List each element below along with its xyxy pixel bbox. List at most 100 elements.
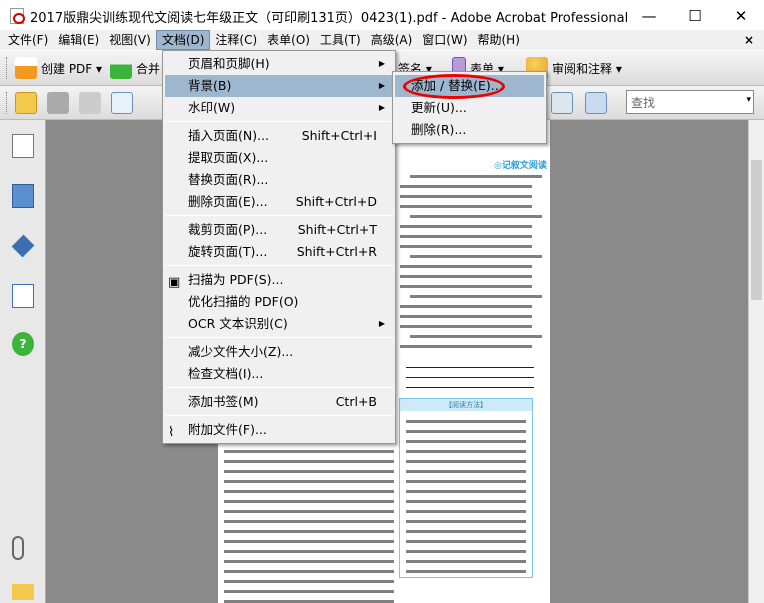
menu-item-insert-pages[interactable]: 插入页面(N)... Shift+Ctrl+I xyxy=(165,125,393,147)
menu-item-label: 扫描为 PDF(S)... xyxy=(188,272,284,287)
box-title: 【阅读方法】 xyxy=(400,399,532,411)
submenu-arrow-icon: ▶ xyxy=(378,103,385,112)
menu-separator xyxy=(165,387,393,388)
menu-help[interactable]: 帮助(H) xyxy=(473,30,525,50)
menu-item-label: 裁剪页面(P)... xyxy=(188,222,268,237)
menu-item-shortcut: Shift+Ctrl+T xyxy=(297,222,377,237)
text-line xyxy=(224,480,394,483)
vertical-scrollbar[interactable] xyxy=(748,120,764,603)
toolbar-grip[interactable] xyxy=(6,57,9,79)
text-line xyxy=(400,345,532,348)
comments-icon[interactable] xyxy=(12,584,34,600)
menu-item-remove-background[interactable]: 删除(R)... xyxy=(395,119,544,141)
fit-page-icon[interactable] xyxy=(585,91,607,114)
email-icon[interactable] xyxy=(111,91,133,114)
document-menu: 页眉和页脚(H) ▶ 背景(B) ▶ 水印(W) ▶ 插入页面(N)... Shift+Ctr… xyxy=(162,50,396,444)
close-button[interactable]: ✕ xyxy=(718,0,764,32)
maximize-button[interactable]: ☐ xyxy=(672,0,718,32)
menu-separator xyxy=(165,215,393,216)
menu-advanced[interactable]: 高级(A) xyxy=(366,30,418,50)
menu-separator xyxy=(165,337,393,338)
menu-window[interactable]: 窗口(W) xyxy=(417,30,472,50)
submenu-arrow-icon: ▶ xyxy=(378,81,385,90)
answer-line xyxy=(406,377,534,378)
text-line xyxy=(400,205,532,208)
text-line xyxy=(400,325,532,328)
menu-view[interactable]: 视图(V) xyxy=(104,30,156,50)
paperclip-icon: ⌇ xyxy=(168,425,175,440)
menu-item-background[interactable]: 背景(B) ▶ xyxy=(165,75,393,97)
menu-item-reduce-file-size[interactable]: 减少文件大小(Z)... xyxy=(165,341,393,363)
menu-item-label: 插入页面(N)... xyxy=(188,128,270,143)
search-input[interactable]: 查找 ▾ xyxy=(626,90,754,114)
menu-item-optimize-scanned-pdf[interactable]: 优化扫描的 PDF(O) xyxy=(165,291,393,313)
minimize-button[interactable]: — xyxy=(626,0,672,32)
menu-item-label: 减少文件大小(Z)... xyxy=(188,344,294,359)
menu-item-update-background[interactable]: 更新(U)... xyxy=(395,97,544,119)
toolbar-grip[interactable] xyxy=(6,91,9,114)
menu-comments[interactable]: 注释(C) xyxy=(210,30,262,50)
review-label: 审阅和注释 ▾ xyxy=(552,61,622,76)
open-folder-icon[interactable] xyxy=(15,91,37,114)
text-line xyxy=(224,450,394,453)
save-icon[interactable] xyxy=(79,91,101,114)
menu-bar: 文件(F) 编辑(E) 视图(V) 文档(D) 注释(C) 表单(O) 工具(T… xyxy=(0,30,764,50)
attachments-icon[interactable] xyxy=(12,536,24,560)
menu-item-label: 附加文件(F)... xyxy=(188,422,267,437)
text-line xyxy=(224,520,394,523)
merge-icon xyxy=(110,57,133,79)
layers-icon[interactable] xyxy=(11,234,35,258)
menu-item-rotate-pages[interactable]: 旋转页面(T)... Shift+Ctrl+R xyxy=(165,241,393,263)
text-line xyxy=(400,185,532,188)
menu-document[interactable]: 文档(D) xyxy=(155,30,211,50)
help-icon[interactable]: ? xyxy=(12,332,34,356)
menu-edit[interactable]: 编辑(E) xyxy=(53,30,104,50)
text-line xyxy=(410,215,542,218)
text-line xyxy=(224,550,394,553)
merge-button[interactable]: 合并 xyxy=(110,57,160,79)
menu-file[interactable]: 文件(F) xyxy=(3,30,53,50)
answer-line xyxy=(406,387,534,388)
menu-item-watermark[interactable]: 水印(W) ▶ xyxy=(165,97,393,119)
menu-separator xyxy=(165,415,393,416)
submenu-arrow-icon: ▶ xyxy=(378,59,385,68)
text-line xyxy=(400,195,532,198)
menu-item-delete-pages[interactable]: 删除页面(E)... Shift+Ctrl+D xyxy=(165,191,393,213)
menu-item-attach-file[interactable]: ⌇ 附加文件(F)... xyxy=(165,419,393,441)
pdf-file-icon xyxy=(10,8,25,24)
print-icon[interactable] xyxy=(47,91,69,114)
menu-item-label: 替换页面(R)... xyxy=(188,172,269,187)
menu-item-shortcut: Shift+Ctrl+R xyxy=(296,244,377,259)
menu-item-ocr-text-recognition[interactable]: OCR 文本识别(C) ▶ xyxy=(165,313,393,335)
bookmarks-icon[interactable] xyxy=(12,184,34,208)
text-line xyxy=(400,235,532,238)
menu-item-header-footer[interactable]: 页眉和页脚(H) ▶ xyxy=(165,53,393,75)
menu-item-shortcut: Ctrl+B xyxy=(335,394,377,409)
menu-item-label: 页眉和页脚(H) xyxy=(188,56,270,71)
menu-tools[interactable]: 工具(T) xyxy=(315,30,366,50)
text-line xyxy=(224,460,394,463)
menu-item-extract-pages[interactable]: 提取页面(X)... xyxy=(165,147,393,169)
scrollbar-thumb[interactable] xyxy=(751,160,762,300)
text-line xyxy=(224,510,394,513)
menu-item-replace-pages[interactable]: 替换页面(R)... xyxy=(165,169,393,191)
close-document-button[interactable]: × xyxy=(744,33,754,47)
menu-item-crop-pages[interactable]: 裁剪页面(P)... Shift+Ctrl+T xyxy=(165,219,393,241)
signatures-icon[interactable] xyxy=(12,284,34,308)
reading-method-box: 【阅读方法】 xyxy=(399,398,533,578)
menu-forms[interactable]: 表单(O) xyxy=(262,30,315,50)
text-line xyxy=(224,530,394,533)
menu-item-label: 优化扫描的 PDF(O) xyxy=(188,294,299,309)
text-line xyxy=(400,245,532,248)
create-pdf-icon xyxy=(15,57,37,79)
menu-item-examine-document[interactable]: 检查文档(I)... xyxy=(165,363,393,385)
menu-item-add-bookmark[interactable]: 添加书签(M) Ctrl+B xyxy=(165,391,393,413)
menu-item-scan-to-pdf[interactable]: ▣ 扫描为 PDF(S)... xyxy=(165,269,393,291)
create-pdf-button[interactable]: 创建 PDF ▾ xyxy=(15,57,102,79)
pages-icon[interactable] xyxy=(12,134,34,158)
create-pdf-label: 创建 PDF ▾ xyxy=(41,61,103,76)
search-dropdown-icon[interactable]: ▾ xyxy=(746,95,751,105)
text-line xyxy=(224,540,394,543)
search-placeholder: 查找 xyxy=(631,96,656,110)
fit-width-icon[interactable] xyxy=(551,91,573,114)
